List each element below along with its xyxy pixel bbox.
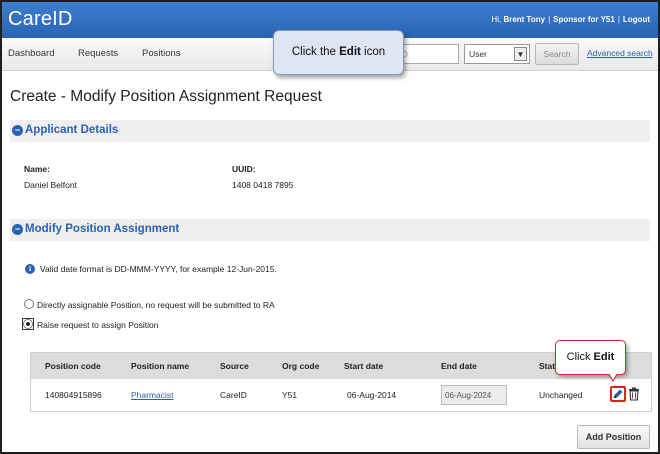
nav-positions[interactable]: Positions [142,48,181,59]
separator: | [617,15,620,24]
modify-position-title: Modify Position Assignment [25,223,180,235]
table-row: 140804915896 Pharmacist CareID Y51 06-Au… [31,379,651,411]
end-date-input[interactable]: 06-Aug-2024 [441,385,507,405]
uuid-value: 1408 0418 7895 [232,180,294,190]
callout-top-suffix: icon [360,46,386,58]
search-type-value: User [469,49,487,59]
user-links: Hi, Brent Tony | Sponsor for Y51 | Logout [491,15,650,24]
page-title: Create - Modify Position Assignment Requ… [10,88,322,105]
callout-right-prefix: Click [566,351,594,363]
direct-assign-radio[interactable] [24,299,34,309]
screenshot-frame: CareID Hi, Brent Tony | Sponsor for Y51 | Lo… [0,0,660,454]
info-icon: i [25,264,35,274]
careid-logo: CareID [8,8,73,30]
th-position-name: Position name [131,361,190,371]
nav-dashboard[interactable]: Dashboard [8,48,54,59]
th-source: Source [220,361,249,371]
instruction-callout-top: Click the Edit icon [273,30,404,75]
nav-requests[interactable]: Requests [78,48,118,59]
search-input[interactable]: D [399,44,459,64]
direct-assign-label: Directly assignable Position, no request… [37,300,275,310]
sponsor-link[interactable]: Sponsor for Y51 [553,15,615,24]
raise-request-radio[interactable] [23,319,33,329]
th-org-code: Org code [282,361,320,371]
modify-position-header[interactable]: − Modify Position Assignment [10,219,650,241]
logout-link[interactable]: Logout [623,15,650,24]
dropdown-arrow-icon: ▼ [514,47,527,61]
date-format-info: Valid date format is DD-MMM-YYYY, for ex… [40,264,277,274]
cell-source: CareID [220,390,247,400]
advanced-search-link[interactable]: Advanced search [587,48,653,58]
user-name-link[interactable]: Brent Tony [503,15,545,24]
trash-icon [629,387,639,401]
separator: | [548,15,551,24]
callout-tail-inner [609,373,617,380]
cell-org-code: Y51 [282,390,298,400]
greeting: Hi, [491,15,502,24]
applicant-details-header[interactable]: − Applicant Details [10,120,650,142]
name-label: Name: [24,164,50,174]
th-position-code: Position code [45,361,101,371]
callout-top-bold: Edit [339,46,361,58]
th-end-date: End date [441,361,477,371]
search-type-select[interactable]: User ▼ [464,44,530,64]
collapse-circle-icon[interactable]: − [12,224,23,235]
uuid-label: UUID: [232,164,256,174]
name-value: Daniel Belfont [24,180,77,190]
cell-start-date: 06-Aug-2014 [347,390,397,400]
raise-request-label: Raise request to assign Position [37,320,159,330]
applicant-details-title: Applicant Details [25,124,119,136]
search-button[interactable]: Search [535,43,579,65]
edit-button[interactable] [610,386,626,402]
collapse-circle-icon[interactable]: − [12,125,23,136]
cell-status: Unchanged [539,390,583,400]
callout-top-prefix: Click the [291,46,340,58]
th-start-date: Start date [344,361,384,371]
instruction-callout-edit: Click Edit [555,340,626,382]
callout-right-bold: Edit [593,351,615,363]
th-status: Stat [539,361,556,371]
delete-button[interactable] [628,387,640,401]
cell-position-code: 140804915896 [45,390,102,400]
add-position-button[interactable]: Add Position [577,425,650,449]
cell-position-name-link[interactable]: Pharmacist [131,390,174,400]
edit-pencil-icon [613,389,623,399]
